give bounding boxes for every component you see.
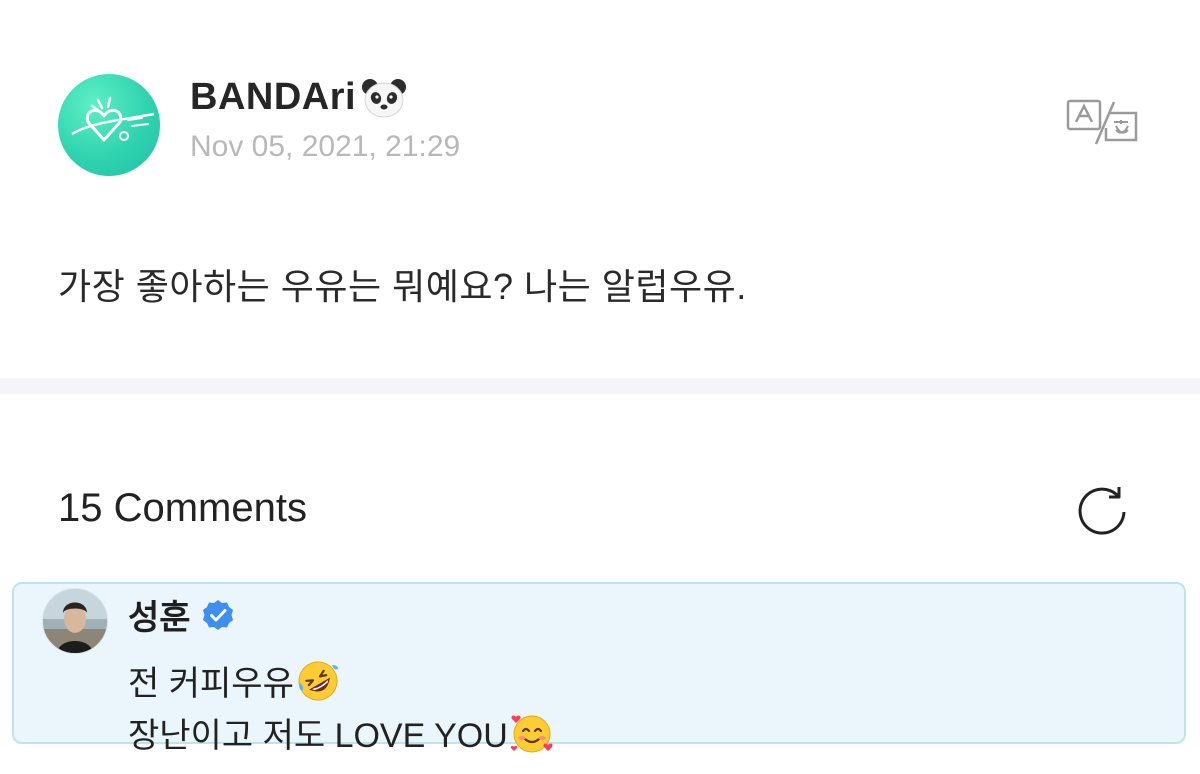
rolling-on-floor-laughing-emoji-icon — [296, 659, 340, 703]
band-avatar[interactable] — [58, 74, 160, 176]
section-divider — [0, 378, 1200, 394]
commenter-name-row: 성훈 — [128, 590, 235, 639]
comment-item: 성훈 전 커피우유 장난이고 저도 LOVE YOU — [12, 582, 1186, 755]
translate-icon — [1066, 99, 1138, 145]
post-header: BANDAri Nov 05, 2021, 21:29 — [0, 0, 1200, 200]
verified-badge-icon — [201, 598, 235, 632]
comment-line-1-text: 전 커피우유 — [128, 665, 294, 703]
smiling-face-with-hearts-emoji-icon — [510, 711, 554, 755]
band-logo-icon — [71, 96, 155, 142]
comment-line-2-text: 장난이고 저도 LOVE YOU — [128, 717, 508, 755]
post-body: 가장 좋아하는 우유는 뭐예요? 나는 알럽우유. — [58, 266, 747, 307]
comment-text-line-2: 장난이고 저도 LOVE YOU — [128, 708, 554, 757]
comment-text-line-1: 전 커피우유 — [128, 656, 340, 705]
author-name: BANDAri — [190, 76, 357, 118]
refresh-comments-button[interactable] — [1074, 482, 1130, 538]
refresh-icon — [1078, 487, 1126, 535]
post-author[interactable]: BANDAri — [190, 76, 408, 119]
comments-count-title: 15 Comments — [58, 486, 307, 530]
commenter-avatar[interactable] — [42, 588, 108, 654]
commenter-name[interactable]: 성훈 — [128, 590, 191, 639]
post-timestamp: Nov 05, 2021, 21:29 — [190, 130, 461, 163]
translate-button[interactable] — [1066, 98, 1140, 146]
panda-face-emoji-icon — [360, 78, 408, 118]
